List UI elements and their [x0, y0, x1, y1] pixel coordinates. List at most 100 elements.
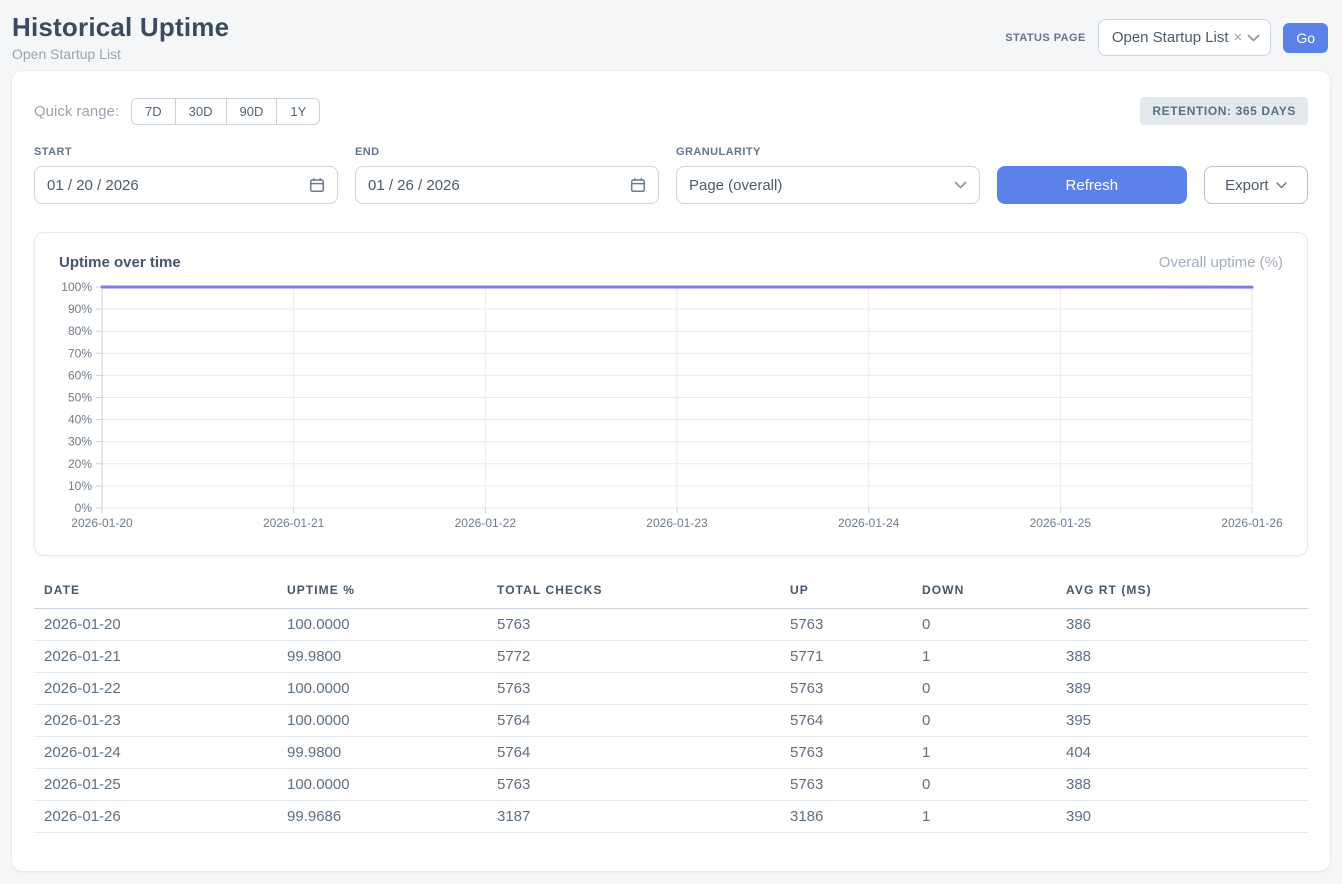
go-button[interactable]: Go [1283, 23, 1328, 53]
quick-range-1y[interactable]: 1Y [276, 98, 320, 125]
start-date-value: 01 / 20 / 2026 [47, 177, 139, 194]
quick-range-row: Quick range: 7D30D90D1Y RETENTION: 365 D… [34, 97, 1308, 125]
table-cell: 2026-01-24 [34, 737, 277, 769]
table-cell: 389 [1056, 673, 1308, 705]
table-cell: 395 [1056, 705, 1308, 737]
column-header-date: DATE [34, 579, 277, 609]
table-cell: 2026-01-25 [34, 769, 277, 801]
end-label: END [355, 146, 659, 158]
x-tick-label: 2026-01-23 [646, 516, 708, 530]
table-cell: 99.9800 [277, 641, 487, 673]
column-header-down: DOWN [912, 579, 1056, 609]
table-cell: 5764 [780, 705, 912, 737]
table-cell: 5763 [487, 769, 780, 801]
y-tick-label: 20% [68, 457, 92, 471]
quick-range-label: Quick range: [34, 103, 119, 120]
table-cell: 100.0000 [277, 705, 487, 737]
page-subtitle: Open Startup List [12, 46, 229, 62]
table-cell: 3187 [487, 801, 780, 833]
table-cell: 99.9686 [277, 801, 487, 833]
table-row: 2026-01-23100.0000576457640395 [34, 705, 1308, 737]
start-date-field: START 01 / 20 / 2026 [34, 146, 338, 204]
uptime-chart-card: Uptime over time Overall uptime (%) 0% 10… [34, 232, 1308, 556]
y-tick-label: 10% [68, 479, 92, 493]
calendar-icon[interactable] [309, 177, 325, 193]
chart-header: Uptime over time Overall uptime (%) [59, 254, 1283, 271]
table-cell: 1 [912, 641, 1056, 673]
table-cell: 5764 [487, 705, 780, 737]
table-cell: 1 [912, 801, 1056, 833]
quick-range-7d[interactable]: 7D [131, 98, 176, 125]
table-cell: 2026-01-26 [34, 801, 277, 833]
status-page-value: Open Startup List [1112, 29, 1229, 46]
granularity-label: GRANULARITY [676, 146, 980, 158]
y-tick-label: 60% [68, 368, 92, 382]
table-cell: 5763 [780, 609, 912, 641]
table-cell: 388 [1056, 641, 1308, 673]
y-tick-label: 80% [68, 324, 92, 338]
refresh-button[interactable]: Refresh [997, 166, 1187, 204]
table-cell: 5763 [780, 673, 912, 705]
table-cell: 5763 [487, 609, 780, 641]
clear-icon[interactable]: × [1234, 29, 1243, 46]
table-row: 2026-01-2199.9800577257711388 [34, 641, 1308, 673]
export-label: Export [1225, 177, 1268, 194]
column-header-total-checks: TOTAL CHECKS [487, 579, 780, 609]
granularity-field: GRANULARITY Page (overall) [676, 146, 980, 204]
quick-range-90d[interactable]: 90D [226, 98, 278, 125]
table-cell: 5763 [780, 769, 912, 801]
uptime-table: DATEUPTIME %TOTAL CHECKSUPDOWNAVG RT (MS… [34, 579, 1308, 833]
y-tick-label: 30% [68, 435, 92, 449]
uptime-line-chart: 0%10%20%30%40%50%60%70%80%90%100%2026-01… [59, 279, 1285, 541]
y-tick-label: 0% [75, 501, 93, 515]
table-cell: 99.9800 [277, 737, 487, 769]
start-label: START [34, 146, 338, 158]
table-body: 2026-01-20100.00005763576303862026-01-21… [34, 609, 1308, 833]
table-cell: 3186 [780, 801, 912, 833]
table-cell: 0 [912, 769, 1056, 801]
main-card: Quick range: 7D30D90D1Y RETENTION: 365 D… [12, 71, 1330, 871]
table-cell: 2026-01-21 [34, 641, 277, 673]
column-header-uptime-: UPTIME % [277, 579, 487, 609]
y-tick-label: 100% [61, 280, 92, 294]
table-row: 2026-01-20100.0000576357630386 [34, 609, 1308, 641]
table-row: 2026-01-2699.9686318731861390 [34, 801, 1308, 833]
table-cell: 2026-01-23 [34, 705, 277, 737]
table-cell: 5764 [487, 737, 780, 769]
table-row: 2026-01-22100.0000576357630389 [34, 673, 1308, 705]
table-cell: 100.0000 [277, 609, 487, 641]
topbar-right: STATUS PAGE Open Startup List × Go [1005, 19, 1328, 56]
topbar: Historical Uptime Open Startup List STAT… [0, 0, 1342, 62]
start-date-input[interactable]: 01 / 20 / 2026 [34, 166, 338, 204]
export-button[interactable]: Export [1204, 166, 1308, 204]
granularity-value: Page (overall) [689, 177, 782, 194]
table-cell: 390 [1056, 801, 1308, 833]
chevron-down-icon [1276, 182, 1287, 189]
status-page-select[interactable]: Open Startup List × [1098, 19, 1272, 56]
granularity-select[interactable]: Page (overall) [676, 166, 980, 204]
table-cell: 5763 [487, 673, 780, 705]
x-tick-label: 2026-01-21 [263, 516, 325, 530]
y-tick-label: 70% [68, 346, 92, 360]
table-cell: 100.0000 [277, 769, 487, 801]
table-cell: 0 [912, 609, 1056, 641]
table-cell: 100.0000 [277, 673, 487, 705]
chart-title: Uptime over time [59, 254, 181, 271]
x-tick-label: 2026-01-26 [1221, 516, 1283, 530]
x-tick-label: 2026-01-20 [71, 516, 133, 530]
table-cell: 5763 [780, 737, 912, 769]
quick-range-30d[interactable]: 30D [175, 98, 227, 125]
table-cell: 388 [1056, 769, 1308, 801]
end-date-input[interactable]: 01 / 26 / 2026 [355, 166, 659, 204]
table-row: 2026-01-25100.0000576357630388 [34, 769, 1308, 801]
table-cell: 386 [1056, 609, 1308, 641]
table-cell: 5772 [487, 641, 780, 673]
table-cell: 2026-01-20 [34, 609, 277, 641]
x-tick-label: 2026-01-25 [1030, 516, 1092, 530]
y-tick-label: 40% [68, 413, 92, 427]
table-cell: 0 [912, 705, 1056, 737]
chevron-down-icon [954, 181, 967, 189]
calendar-icon[interactable] [630, 177, 646, 193]
table-cell: 2026-01-22 [34, 673, 277, 705]
end-date-field: END 01 / 26 / 2026 [355, 146, 659, 204]
